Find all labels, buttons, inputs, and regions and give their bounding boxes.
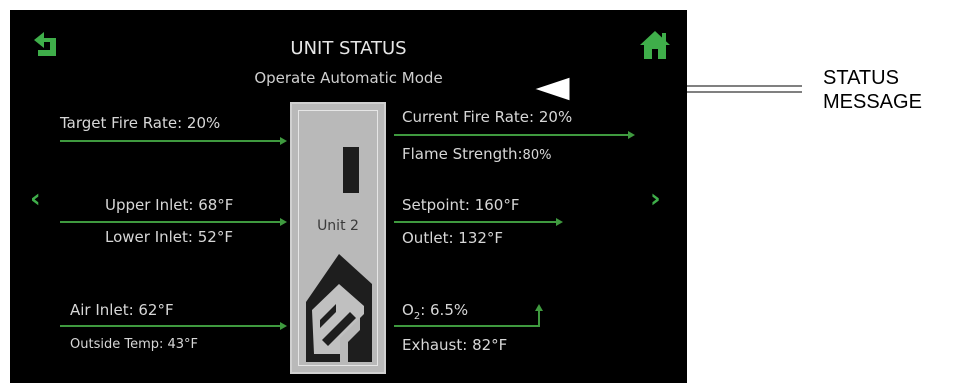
connector-arrow-icon <box>280 137 287 145</box>
o2-label: O <box>402 301 414 319</box>
exhaust: Exhaust: 82°F <box>402 336 508 354</box>
connector-arrow-icon <box>556 218 563 226</box>
lower-inlet: Lower Inlet: 52°F <box>105 228 233 246</box>
o2-value: 6.5% <box>430 301 469 319</box>
current-fire-rate: Current Fire Rate: 20% <box>402 108 573 126</box>
setpoint: Setpoint: 160°F <box>402 196 520 214</box>
annotation-line-2: MESSAGE <box>823 91 922 113</box>
flame-strength: Flame Strength:80% <box>402 145 551 163</box>
o2-separator: : <box>420 301 431 319</box>
connector-line <box>394 221 558 223</box>
connector-line <box>60 221 282 223</box>
up-arrow-head-icon <box>535 304 543 311</box>
outlet: Outlet: 132°F <box>402 229 504 247</box>
unit-logo-icon <box>306 254 372 362</box>
status-message-annotation: STATUS MESSAGE <box>823 66 922 114</box>
annotation-line-1: STATUS <box>823 67 899 89</box>
unit-status-screen: UNIT STATUS Operate Automatic Mode ‹ › U… <box>10 10 687 383</box>
flame-strength-value: 80% <box>522 148 552 163</box>
flame-strength-label: Flame Strength: <box>402 145 523 163</box>
upper-inlet: Upper Inlet: 68°F <box>105 196 234 214</box>
connector-line <box>394 134 630 136</box>
connector-arrow-icon <box>280 218 287 226</box>
outside-temp: Outside Temp: 43°F <box>70 337 199 352</box>
connector-line <box>60 325 282 327</box>
page-title: UNIT STATUS <box>290 38 407 59</box>
annotation-arrow-icon <box>532 76 802 102</box>
unit-indicator <box>343 147 359 193</box>
air-inlet: Air Inlet: 62°F <box>70 301 174 319</box>
next-unit-button[interactable]: › <box>650 184 661 214</box>
o2-level: O2: 6.5% <box>402 301 468 322</box>
target-fire-rate: Target Fire Rate: 20% <box>60 114 221 132</box>
connector-arrow-icon <box>628 131 635 139</box>
connector-arrow-icon <box>280 322 287 330</box>
connector-line <box>394 325 540 327</box>
previous-unit-button[interactable]: ‹ <box>30 184 41 214</box>
connector-line <box>60 140 282 142</box>
unit-label: Unit 2 <box>317 218 359 234</box>
